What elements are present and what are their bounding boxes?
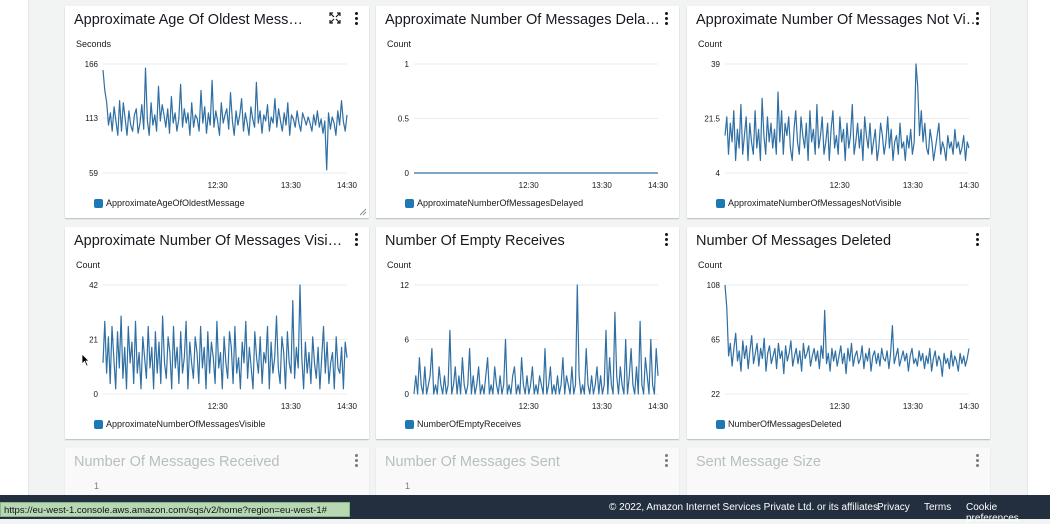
chart: 4 21.5 39 12:30 13:30 14:30 xyxy=(704,60,980,190)
x-tick-label: 13:30 xyxy=(281,181,302,190)
widget-title: Sent Message Size xyxy=(696,454,821,470)
chart: 22 65 108 12:30 13:30 14:30 xyxy=(707,281,980,411)
widget-age-oldest-message: Approximate Age Of Oldest Mess… Seconds … xyxy=(65,6,369,218)
legend-item[interactable]: ApproximateNumberOfMessagesVisible xyxy=(94,419,265,429)
legend-item[interactable]: NumberOfEmptyReceives xyxy=(405,419,521,429)
series-line xyxy=(724,63,970,162)
widget-messages-deleted: Number Of Messages Deleted Count 22 65 108… xyxy=(687,227,990,439)
legend-item[interactable]: NumberOfMessagesDeleted xyxy=(716,419,842,429)
widget-messages-visible: Approximate Number Of Messages Visible C… xyxy=(65,227,369,439)
chart: 59 113 166 12:30 13:30 14:30 xyxy=(85,60,358,190)
browser-status-url: https://eu-west-1.console.aws.amazon.com… xyxy=(0,502,350,517)
legend-item[interactable]: ApproximateAgeOfOldestMessage xyxy=(94,198,245,208)
series-line xyxy=(102,284,348,390)
x-tick-label: 13:30 xyxy=(592,181,613,190)
y-tick-label: 0 xyxy=(405,390,410,399)
y-tick-label: 166 xyxy=(85,60,99,69)
y-tick-label: 22 xyxy=(711,390,720,399)
mouse-cursor-icon xyxy=(81,353,90,367)
widget-empty-receives: Number Of Empty Receives Count 0 6 12 12:30… xyxy=(376,227,679,439)
y-tick-label: 65 xyxy=(711,336,720,345)
page-left-margin xyxy=(0,0,29,495)
y-tick-label: 39 xyxy=(711,60,720,69)
copyright-text: © 2022, Amazon Internet Services Private… xyxy=(609,502,881,513)
widget-messages-not-visible: Approximate Number Of Messages Not Visib… xyxy=(687,6,990,218)
x-tick-label: 14:30 xyxy=(959,402,980,411)
x-tick-label: 12:30 xyxy=(519,402,540,411)
widget-menu-icon[interactable] xyxy=(665,454,669,468)
widget-menu-icon[interactable] xyxy=(355,454,359,468)
legend-item[interactable]: ApproximateNumberOfMessagesDelayed xyxy=(405,198,583,208)
x-tick-label: 14:30 xyxy=(337,181,358,190)
legend-item[interactable]: ApproximateNumberOfMessagesNotVisible xyxy=(716,198,901,208)
y-tick-label: 1 xyxy=(94,481,100,491)
x-tick-label: 13:30 xyxy=(903,181,924,190)
y-tick-label: 113 xyxy=(85,114,98,123)
y-tick-label: 0 xyxy=(94,390,99,399)
series-line xyxy=(102,67,348,171)
y-tick-label: 0 xyxy=(405,169,410,178)
x-tick-label: 14:30 xyxy=(959,181,980,190)
x-tick-label: 14:30 xyxy=(648,402,669,411)
y-tick-label: 1 xyxy=(405,481,411,491)
terms-link[interactable]: Terms xyxy=(924,502,951,513)
chart: 0 0.5 1 12:30 13:30 14:30 xyxy=(398,60,669,190)
x-tick-label: 12:30 xyxy=(830,181,851,190)
x-tick-label: 13:30 xyxy=(592,402,613,411)
y-tick-label: 21.5 xyxy=(704,115,720,124)
y-tick-label: 4 xyxy=(716,169,721,178)
chart: 0 6 12 12:30 13:30 14:30 xyxy=(400,281,669,411)
y-tick-label: 1 xyxy=(405,60,410,69)
y-tick-label: 21 xyxy=(89,336,98,345)
x-tick-label: 14:30 xyxy=(648,181,669,190)
widget-messages-sent: Number Of Messages Sent 1 xyxy=(376,448,679,495)
x-tick-label: 12:30 xyxy=(208,402,229,411)
widget-messages-delayed: Approximate Number Of Messages Delayed C… xyxy=(376,6,679,218)
x-tick-label: 12:30 xyxy=(830,402,851,411)
widget-menu-icon[interactable] xyxy=(976,454,980,468)
x-tick-label: 12:30 xyxy=(208,181,229,190)
resize-handle-icon[interactable] xyxy=(359,208,367,216)
y-tick-label: 0.5 xyxy=(398,115,410,124)
x-tick-label: 12:30 xyxy=(519,181,540,190)
widget-title: Number Of Messages Sent xyxy=(385,454,560,470)
series-line xyxy=(724,284,970,377)
chart: 0 21 42 12:30 13:30 14:30 xyxy=(89,281,358,411)
x-tick-label: 14:30 xyxy=(337,402,358,411)
x-tick-label: 13:30 xyxy=(281,402,302,411)
widget-messages-received: Number Of Messages Received 1 xyxy=(65,448,369,495)
privacy-link[interactable]: Privacy xyxy=(877,502,910,513)
page-right-margin xyxy=(1027,0,1050,495)
y-tick-label: 59 xyxy=(89,169,98,178)
cookie-preferences-link[interactable]: Cookie preferences xyxy=(966,502,1050,524)
x-tick-label: 13:30 xyxy=(903,402,924,411)
y-tick-label: 6 xyxy=(405,336,410,345)
y-tick-label: 42 xyxy=(89,281,98,290)
y-tick-label: 108 xyxy=(707,281,721,290)
widget-title: Number Of Messages Received xyxy=(74,454,280,470)
y-tick-label: 12 xyxy=(400,281,409,290)
widget-sent-message-size: Sent Message Size xyxy=(687,448,990,495)
